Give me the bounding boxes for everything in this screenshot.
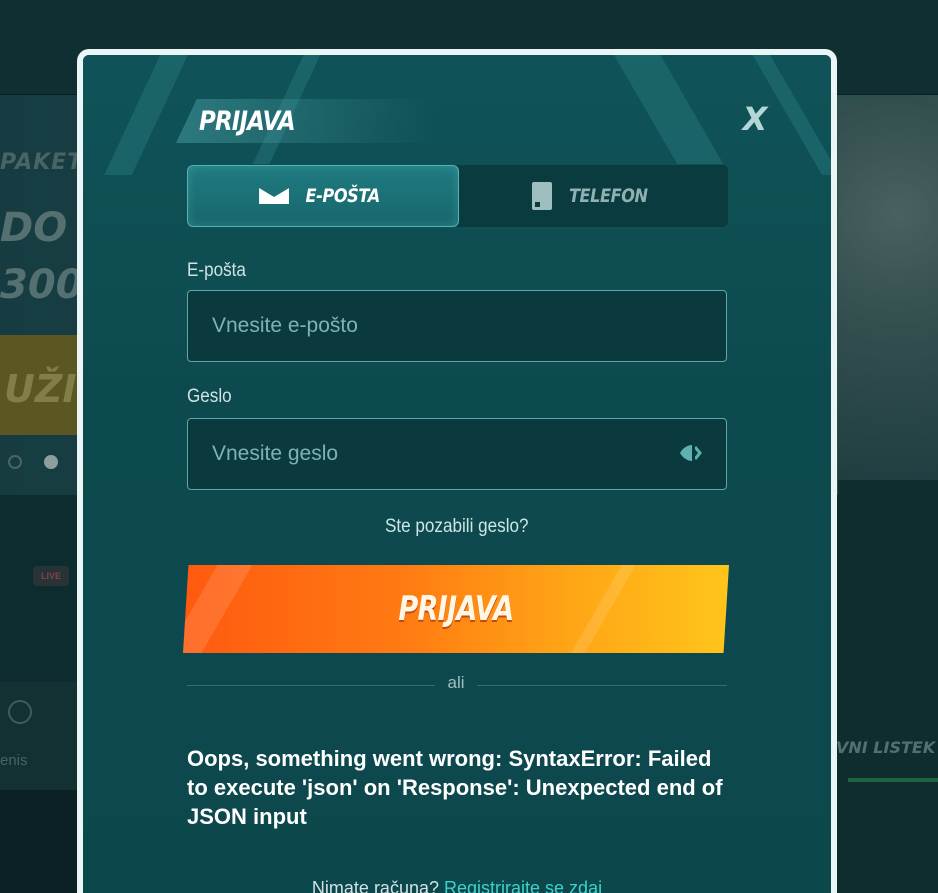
or-divider: ali xyxy=(187,673,727,697)
phone-icon xyxy=(531,182,552,210)
register-prompt: Nimate računa? Registrirajte se zdaj xyxy=(83,878,831,893)
login-button[interactable]: PRIJAVA xyxy=(183,565,729,653)
login-method-tabs: E-POŠTA TELEFON xyxy=(186,164,729,228)
or-label: ali xyxy=(447,673,465,692)
email-label: E-pošta xyxy=(187,260,246,281)
password-label: Geslo xyxy=(187,386,232,407)
forgot-password-link[interactable]: Ste pozabili geslo? xyxy=(83,516,831,538)
close-icon[interactable]: X xyxy=(739,99,771,139)
login-modal: PRIJAVA X E-POŠTA TELEFON E-pošta Geslo … xyxy=(77,49,837,893)
tab-phone[interactable]: TELEFON xyxy=(459,165,729,227)
error-message: Oops, something went wrong: SyntaxError:… xyxy=(187,746,723,829)
divider-line-left xyxy=(187,685,435,686)
tab-phone-label: TELEFON xyxy=(568,185,648,207)
envelope-icon xyxy=(259,188,289,204)
tab-email-label: E-POŠTA xyxy=(305,185,381,207)
register-prompt-text: Nimate računa? xyxy=(311,878,439,893)
tab-email[interactable]: E-POŠTA xyxy=(187,165,459,227)
email-field[interactable] xyxy=(187,290,727,362)
modal-title: PRIJAVA xyxy=(199,106,296,137)
eye-off-icon[interactable] xyxy=(678,441,706,465)
password-field[interactable] xyxy=(187,418,727,490)
divider-line-right xyxy=(477,685,727,686)
login-button-label: PRIJAVA xyxy=(398,589,514,629)
register-link[interactable]: Registrirajte se zdaj xyxy=(444,878,602,893)
forgot-password-label: Ste pozabili geslo? xyxy=(385,516,529,537)
